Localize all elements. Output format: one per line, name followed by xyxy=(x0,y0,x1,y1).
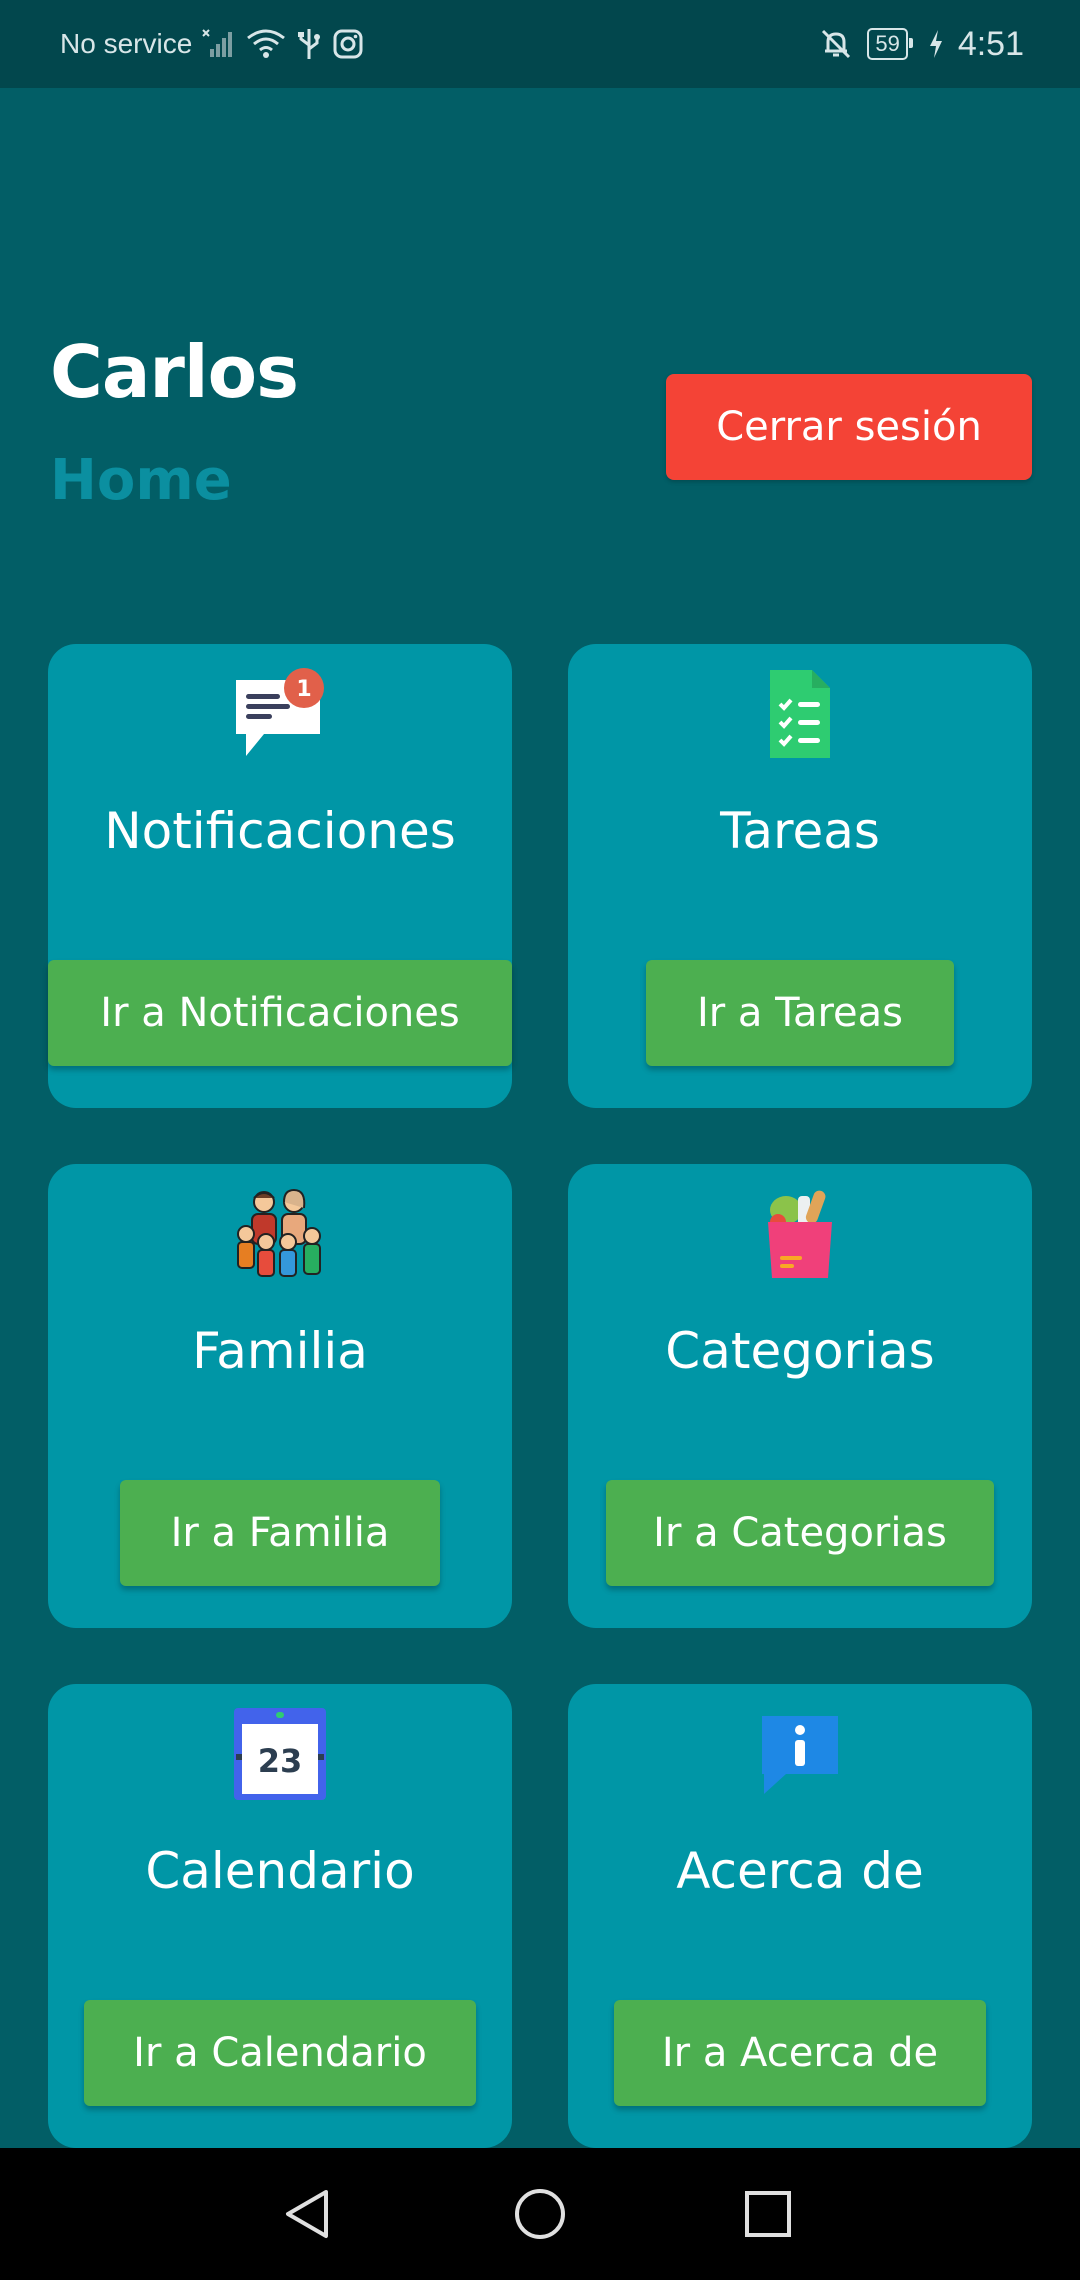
system-nav-bar xyxy=(0,2148,1080,2280)
card-tareas: Tareas Ir a Tareas xyxy=(568,644,1032,1108)
go-categorias-button[interactable]: Ir a Categorias xyxy=(606,1480,994,1586)
go-calendario-button[interactable]: Ir a Calendario xyxy=(84,2000,476,2106)
home-icon[interactable] xyxy=(504,2178,576,2250)
status-bar: No service 59 4:51 xyxy=(0,0,1080,88)
go-tareas-button[interactable]: Ir a Tareas xyxy=(646,960,954,1066)
status-bar-left: No service xyxy=(60,0,364,88)
clock: 4:51 xyxy=(957,24,1024,63)
checklist-document-icon xyxy=(752,666,848,762)
card-calendario: 23 Calendario Ir a Calendario xyxy=(48,1684,512,2148)
battery-icon: 59 xyxy=(867,28,914,60)
card-familia: Familia Ir a Familia xyxy=(48,1164,512,1628)
wifi-icon xyxy=(246,28,286,60)
status-bar-right: 59 4:51 xyxy=(819,0,1024,88)
card-title: Notificaciones xyxy=(104,802,456,860)
card-categorias: Categorias Ir a Categorias xyxy=(568,1164,1032,1628)
user-name: Carlos xyxy=(50,330,299,414)
notification-badge: 1 xyxy=(296,677,311,702)
info-chat-icon xyxy=(752,1706,848,1802)
carrier-text: No service xyxy=(60,28,193,59)
usb-icon xyxy=(296,27,322,61)
card-title: Calendario xyxy=(145,1842,415,1900)
go-acerca-de-button[interactable]: Ir a Acerca de xyxy=(614,2000,986,2106)
card-title: Acerca de xyxy=(676,1842,924,1900)
card-notificaciones: 1 Notificaciones Ir a Notificaciones xyxy=(48,644,512,1108)
go-familia-button[interactable]: Ir a Familia xyxy=(120,1480,440,1586)
calendar-day: 23 xyxy=(258,1742,303,1780)
card-title: Categorias xyxy=(665,1322,935,1380)
menu-grid: 1 Notificaciones Ir a Notificaciones Tar… xyxy=(48,644,1032,2148)
back-icon[interactable] xyxy=(272,2178,344,2250)
card-title: Tareas xyxy=(720,802,880,860)
go-notificaciones-button[interactable]: Ir a Notificaciones xyxy=(48,960,512,1066)
recents-icon[interactable] xyxy=(732,2178,804,2250)
calendar-icon: 23 xyxy=(232,1706,328,1802)
family-icon xyxy=(232,1186,328,1282)
notification-chat-icon: 1 xyxy=(232,666,328,762)
logout-button[interactable]: Cerrar sesión xyxy=(666,374,1032,480)
battery-level: 59 xyxy=(875,31,900,56)
page-title: Home xyxy=(50,448,232,513)
no-signal-icon xyxy=(202,29,236,59)
bell-off-icon xyxy=(819,27,853,61)
grocery-bag-icon xyxy=(752,1186,848,1282)
card-acerca-de: Acerca de Ir a Acerca de xyxy=(568,1684,1032,2148)
card-title: Familia xyxy=(192,1322,368,1380)
instagram-icon xyxy=(332,28,364,60)
charging-icon xyxy=(928,29,944,59)
